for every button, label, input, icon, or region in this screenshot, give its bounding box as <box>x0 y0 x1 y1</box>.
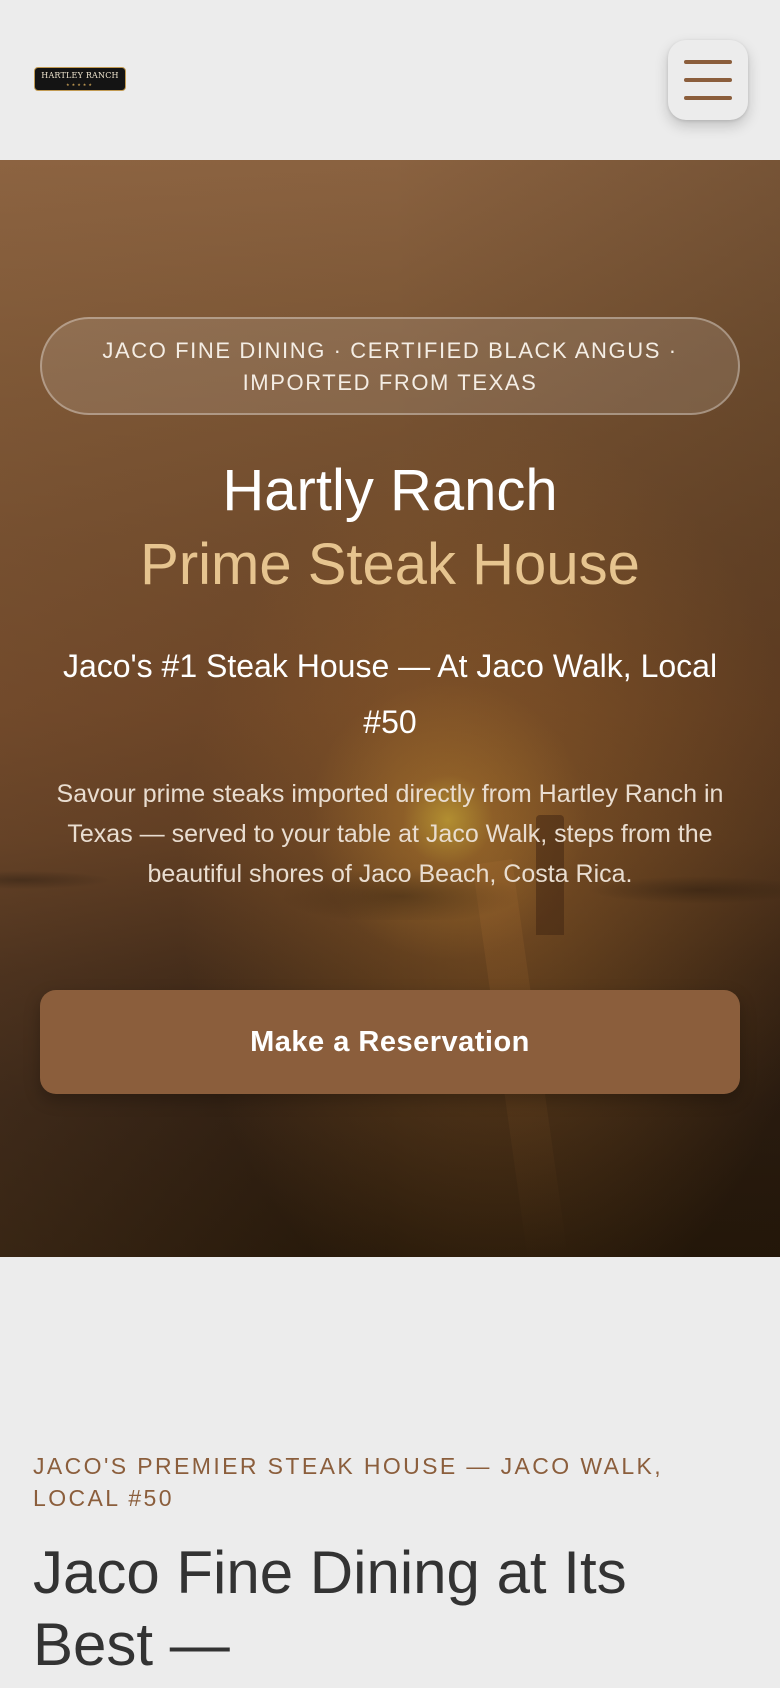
hero-title-accent: Prime Steak House <box>140 532 640 597</box>
menu-button[interactable] <box>668 40 748 120</box>
make-reservation-button[interactable]: Make a Reservation <box>40 990 740 1094</box>
hero-title: Hartly Ranch <box>222 458 558 523</box>
hero-badge: JACO FINE DINING · CERTIFIED BLACK ANGUS… <box>40 317 740 415</box>
site-header: HARTLEY RANCH ★★★★★ <box>0 0 780 160</box>
hero-content: JACO FINE DINING · CERTIFIED BLACK ANGUS… <box>0 160 780 1257</box>
menu-line-bottom <box>684 96 732 100</box>
logo-text: HARTLEY RANCH <box>41 71 119 80</box>
hero-subtitle: Jaco's #1 Steak House — At Jaco Walk, Lo… <box>62 648 718 740</box>
menu-line-top <box>684 60 732 64</box>
hartley-ranch-logo[interactable]: HARTLEY RANCH ★★★★★ <box>34 67 126 91</box>
menu-line-middle <box>684 78 732 82</box>
intro-section: JACO'S PREMIER STEAK HOUSE — JACO WALK, … <box>0 1257 780 1688</box>
section-title: Jaco Fine Dining at Its Best — <box>33 1539 627 1678</box>
section-eyebrow: JACO'S PREMIER STEAK HOUSE — JACO WALK, … <box>33 1453 664 1511</box>
hero-description: Savour prime steaks imported directly fr… <box>56 780 724 888</box>
logo-stars: ★★★★★ <box>66 82 94 87</box>
hero-section: JACO FINE DINING · CERTIFIED BLACK ANGUS… <box>0 160 780 1257</box>
